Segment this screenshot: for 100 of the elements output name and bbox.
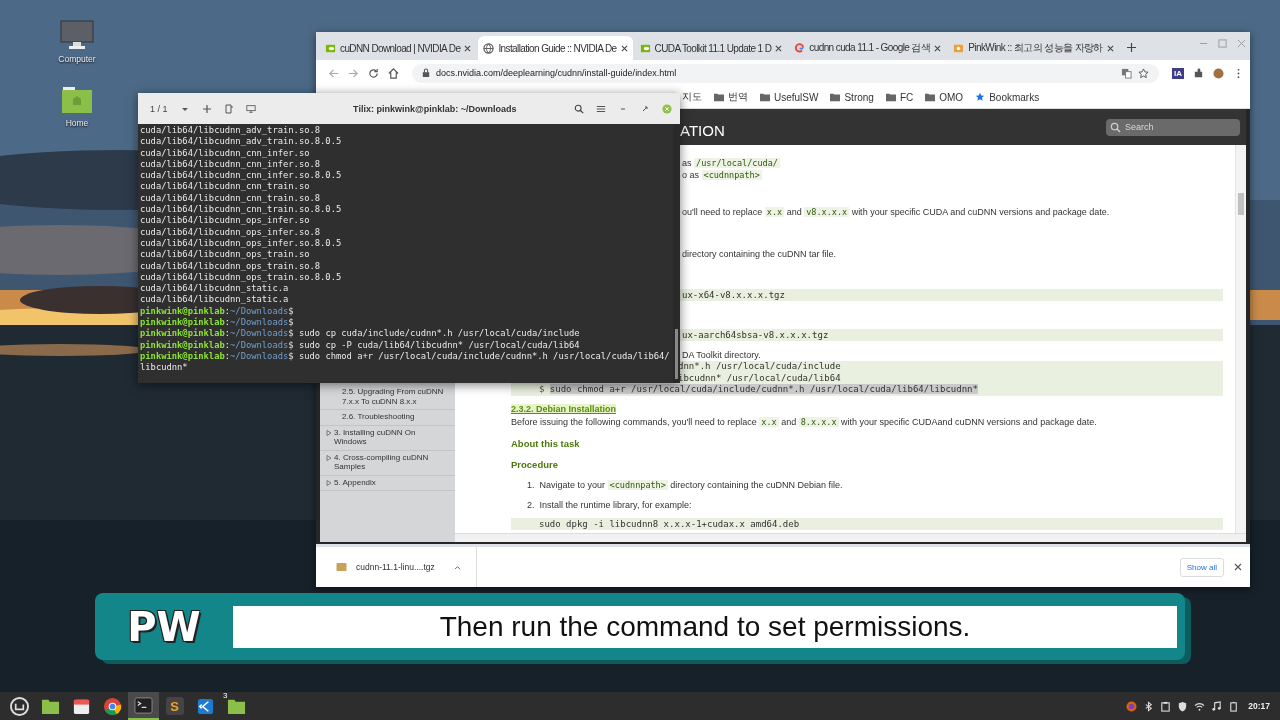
caption-text: Then run the command to set permissions. (439, 610, 971, 643)
firefox-like-icon[interactable] (1126, 700, 1138, 712)
expand-triangle-icon[interactable] (326, 454, 332, 461)
music-note-icon[interactable] (1211, 700, 1223, 712)
translate-icon[interactable] (1121, 67, 1132, 79)
scrollbar[interactable] (673, 124, 680, 383)
code-block: sudo dpkg -i libcudnn8 x.x.x-1+cudax.x amd64.deb (511, 517, 1223, 530)
terminal-line: cuda/lib64/libcudnn_adv_train.so.8 (140, 125, 322, 137)
browser-tab[interactable]: cudnn cuda 11.1 - Google 검색 (789, 36, 947, 60)
subheading: Procedure (511, 458, 558, 470)
bookmark[interactable]: OMO (925, 91, 964, 103)
browser-tab[interactable]: cuDNN Download | NVIDIA De (320, 36, 477, 60)
close-icon[interactable] (464, 44, 472, 52)
terminal-line: pinkwink@pinklab:~/Downloads$ sudo chmod a+r /usr/local/cuda/include/cudnn*.h /usr/local/cuda/lib64/ (140, 350, 671, 363)
avatar-icon[interactable] (1213, 67, 1224, 79)
archive-file-icon (336, 562, 347, 572)
close-icon[interactable] (620, 44, 628, 52)
editor-icon[interactable]: S (165, 697, 184, 715)
shield-icon[interactable] (1177, 700, 1189, 712)
search-field[interactable]: Search (1106, 118, 1240, 136)
terminal-icon[interactable] (134, 695, 153, 715)
browser-logo-icon[interactable] (103, 696, 122, 716)
clipboard-icon[interactable] (1160, 700, 1172, 712)
caret-up-icon[interactable] (453, 564, 461, 570)
subheading: About this task (511, 437, 580, 449)
terminal-line: cuda/lib64/libcudnn_static.a (140, 294, 290, 306)
logo-text: PW (126, 603, 202, 650)
window-count-label: 3 (223, 691, 228, 700)
wifi-icon[interactable] (1194, 700, 1206, 712)
folder-icon (830, 92, 841, 102)
bluetooth-icon[interactable] (1143, 700, 1155, 712)
new-tab-icon[interactable] (1126, 43, 1136, 52)
folder-icon (925, 92, 936, 102)
paragraph: DA Toolkit directory. (682, 349, 761, 361)
terminal-line: cuda/lib64/libcudnn_cnn_infer.so.8 (140, 158, 322, 171)
paragraph: ou'll need to replace x.x and v8.x.x.x with your specific CUDA and cuDNN versions and package date. (682, 206, 1110, 218)
session-counter[interactable]: 1 / 1 (150, 103, 168, 114)
show-all-button[interactable]: Show all (1179, 557, 1224, 577)
bookmark[interactable]: Bookmarks (975, 91, 1040, 103)
list-item: 1. Navigate to your <cudnnpath> directory containing the cuDNN Debian file. (526, 478, 843, 491)
section-heading-link[interactable]: 2.3.2. Debian Installation (511, 403, 617, 414)
menu-icon[interactable] (596, 103, 606, 114)
browser-tab[interactable]: Installation Guide :: NVIDIA De (478, 36, 633, 60)
expand-triangle-icon[interactable] (326, 479, 332, 486)
terminal-line: cuda/lib64/libcudnn_ops_train.so.8.0.5 (140, 271, 343, 284)
bookmark[interactable]: UsefulSW (760, 91, 819, 103)
home-folder-icon[interactable] (61, 86, 93, 114)
terminal-line: libcudnn* (140, 362, 189, 374)
desktop-icon-label[interactable]: Home (65, 118, 89, 128)
terminal-line: cuda/lib64/libcudnn_cnn_train.so.8 (140, 192, 322, 205)
browser-tab[interactable]: PinkWink :: 최고의 성능을 자랑하 (948, 36, 1119, 60)
terminal-line: cuda/lib64/libcudnn_ops_infer.so.8.0.5 (140, 237, 343, 250)
search-icon[interactable] (574, 103, 584, 114)
home-icon[interactable] (388, 67, 399, 79)
clock[interactable]: 20:17 (1248, 701, 1270, 711)
scrollbar[interactable] (1235, 145, 1246, 533)
star-icon (975, 92, 986, 102)
paragraph: o as <cudnnpath> (682, 169, 762, 181)
bookmark[interactable]: Strong (830, 91, 874, 103)
bookmark[interactable]: FC (885, 91, 914, 103)
terminal-line: cuda/lib64/libcudnn_ops_infer.so (140, 215, 311, 227)
terminal-line: pinkwink@pinklab:~/Downloads$ (140, 317, 295, 328)
page-title: ATION (680, 121, 725, 139)
monitor-icon[interactable] (245, 103, 256, 114)
extension-button[interactable]: IA (1172, 67, 1184, 79)
terminal-line: cuda/lib64/libcudnn_cnn_train.so.8.0.5 (140, 204, 343, 216)
toc-item[interactable]: 5. Appendix (320, 475, 455, 491)
bookmark[interactable]: 번역 (714, 90, 748, 104)
code-editor-icon[interactable] (196, 696, 215, 716)
address-bar[interactable]: docs.nvidia.com/deeplearning/cudnn/install-guide/index.html (412, 63, 1159, 83)
terminal-line: cuda/lib64/libcudnn_ops_train.so.8 (140, 260, 322, 272)
close-icon[interactable] (1234, 563, 1242, 571)
monitor-icon[interactable] (60, 20, 94, 50)
restore-icon[interactable] (640, 103, 650, 114)
terminal-line: cuda/lib64/libcudnn_cnn_train.so (140, 181, 311, 193)
browser-tab[interactable]: CUDA Toolkit 11.1 Update 1 D (634, 36, 788, 60)
folder-icon (760, 92, 770, 102)
split-icon[interactable] (223, 103, 234, 114)
window-title: Tilix: pinkwink@pinklab: ~/Downloads (353, 103, 517, 114)
add-icon[interactable] (201, 103, 212, 114)
terminal-line: cuda/lib64/libcudnn_adv_train.so.8.0.5 (140, 136, 343, 148)
code-line: $ sudo chmod a+r /usr/local/cuda/include/cudnn*.h /usr/local/cuda/lib64/libcudnn* (538, 384, 979, 396)
paragraph: Before issuing the following commands, you'll need to replace x.x and 8.x.x.x with your specific CUDAand cuDNN versions and package date. (511, 415, 1097, 428)
star-icon[interactable] (1138, 67, 1149, 79)
battery-icon[interactable] (1228, 700, 1240, 712)
terminal-line: cuda/lib64/libcudnn_ops_infer.so.8 (140, 226, 322, 238)
desktop-icon-label[interactable]: Computer (58, 54, 96, 64)
expand-triangle-icon[interactable] (326, 429, 332, 436)
folder-icon (714, 92, 724, 102)
terminal-line: cuda/lib64/libcudnn_cnn_infer.so (140, 147, 311, 159)
close-icon[interactable] (934, 44, 942, 52)
folder-icon (885, 92, 896, 102)
scrollbar[interactable] (455, 533, 1246, 542)
close-icon[interactable] (1106, 44, 1114, 52)
close-icon[interactable] (775, 44, 783, 52)
code-line: ibcudnn* /usr/local/cuda/lib64 (677, 372, 842, 384)
reload-icon[interactable] (368, 67, 379, 79)
terminal-line: pinkwink@pinklab:~/Downloads$ (140, 305, 295, 317)
download-item[interactable]: cudnn-11.1-linu....tgz (336, 547, 477, 587)
menu-logo-icon[interactable] (10, 696, 29, 716)
